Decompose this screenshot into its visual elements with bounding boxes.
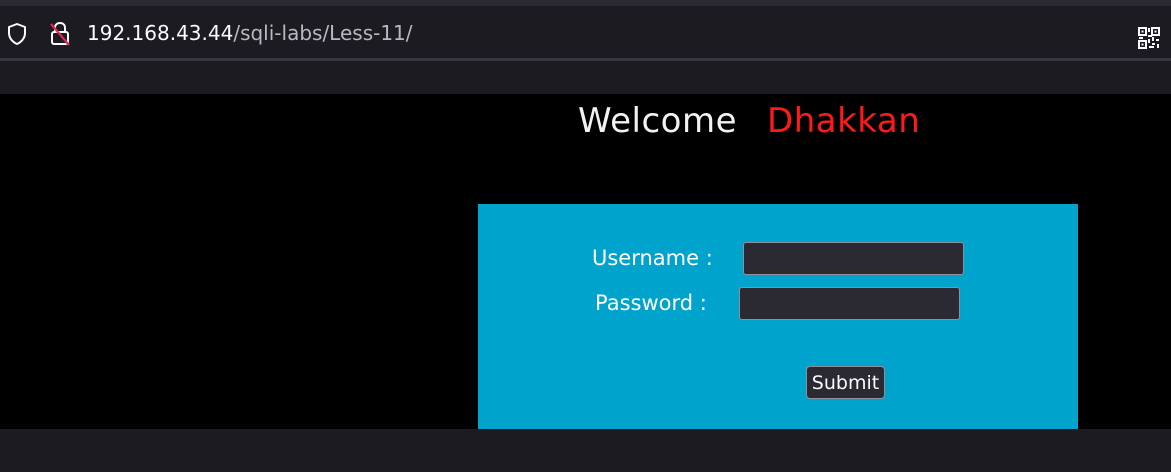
page-content: Welcome Dhakkan Username : Password : Sub… [0,94,1171,429]
lock-insecure-icon[interactable] [48,21,72,47]
login-form: Username : Password : Submit [478,204,1078,429]
password-input[interactable] [739,287,960,320]
submit-button[interactable]: Submit [806,366,885,399]
bookmarks-bar [0,61,1171,94]
password-label: Password : [595,291,707,315]
url-path: /sqli-labs/Less-11/ [233,21,413,45]
username-input[interactable] [743,242,964,275]
address-bar[interactable]: 192.168.43.44/sqli-labs/Less-11/ [0,6,1171,58]
url-host: 192.168.43.44 [87,21,234,45]
url-text[interactable]: 192.168.43.44/sqli-labs/Less-11/ [87,20,413,46]
shield-icon[interactable] [6,22,28,46]
welcome-heading: Welcome Dhakkan [578,98,920,144]
welcome-name: Dhakkan [767,101,921,141]
welcome-text: Welcome [578,101,738,141]
username-label: Username : [592,246,713,270]
bottom-bar [0,429,1171,472]
qr-code-icon[interactable] [1138,27,1160,49]
